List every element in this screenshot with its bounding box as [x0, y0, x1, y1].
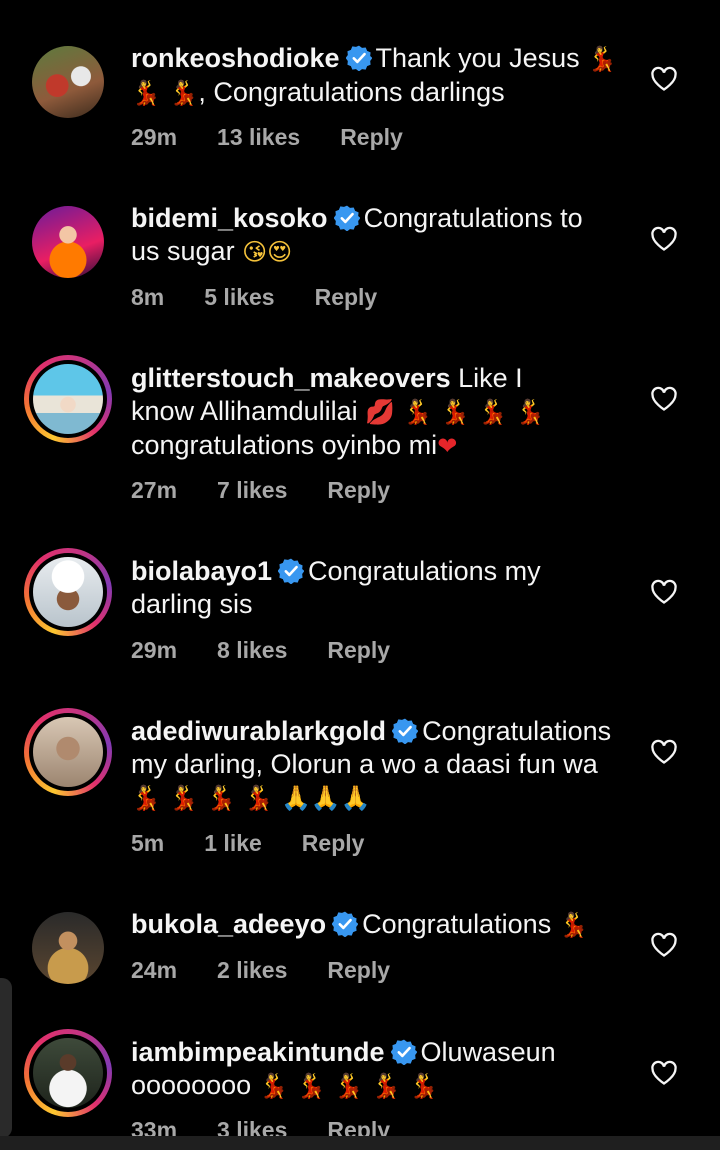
comment-text-line1: Congratulations [362, 909, 552, 939]
edge-scroll-handle[interactable] [0, 978, 12, 1138]
comment-meta: 29m 8 likes Reply [131, 637, 430, 664]
comments-feed: ronkeoshodioke Thank you Jesus 💃 💃 💃, Con… [0, 0, 720, 1150]
comment-time: 29m [131, 124, 178, 150]
comment-likes[interactable]: 7 likes [217, 477, 287, 504]
comment-text: bidemi_kosoko Congratulations to us sugar… [131, 202, 631, 269]
comment-username[interactable]: adediwurablarkgold [131, 716, 386, 746]
heart-outline-icon[interactable] [650, 739, 678, 765]
avatar[interactable] [32, 912, 104, 984]
comment-time: 29m [131, 637, 178, 663]
comment-meta: 5m 1 like Reply [131, 830, 404, 857]
comment-text: biolabayo1 Congratulations my darling sis [131, 555, 631, 621]
comment-username[interactable]: biolabayo1 [131, 556, 272, 586]
comment-text: ronkeoshodioke Thank you Jesus 💃 💃 💃, Con… [131, 42, 631, 110]
comment-likes[interactable]: 5 likes [204, 284, 274, 311]
comment-text-line3: congratulations oyinbo mi [131, 430, 438, 460]
avatar[interactable] [32, 46, 104, 118]
verified-badge-icon [334, 205, 360, 231]
comment-text-line2: know Allihamdulilai [131, 396, 358, 426]
comment-username[interactable]: bidemi_kosoko [131, 203, 328, 233]
comment-username[interactable]: ronkeoshodioke [131, 43, 340, 73]
comment-text-line2: oooooooo [131, 1070, 252, 1100]
comment-text-line1: Like I [458, 363, 523, 393]
comment-time: 8m [131, 284, 165, 310]
reply-button[interactable]: Reply [327, 957, 390, 984]
comment-text-line2: , Congratulations darlings [198, 77, 505, 107]
reply-button[interactable]: Reply [302, 830, 365, 857]
dancer-emoji: 💃 [558, 911, 589, 939]
dancer-emoji: 💃 💃 💃 💃 💃 [258, 1072, 439, 1100]
comment-text: bukola_adeeyo Congratulations 💃 [131, 908, 631, 942]
reply-button[interactable]: Reply [315, 284, 378, 311]
verified-badge-icon [391, 1039, 417, 1065]
verified-badge-icon [278, 558, 304, 584]
comment-meta: 29m 13 likes Reply [131, 124, 443, 151]
heart-outline-icon[interactable] [650, 579, 678, 605]
reply-button[interactable]: Reply [327, 637, 390, 664]
heart-outline-icon[interactable] [650, 66, 678, 92]
comment-text-line1: Congratulations my [308, 556, 541, 586]
pray-emoji: 🙏🙏🙏 [280, 784, 371, 812]
avatar-story-ring[interactable] [24, 708, 112, 796]
face-emoji: 😘😍 [242, 238, 293, 266]
dancer-emoji: 💃 💃 💃 💃 [402, 398, 545, 426]
comment-text-line1: Oluwaseun [420, 1037, 556, 1067]
comment-username[interactable]: glitterstouch_makeovers [131, 363, 451, 393]
comment-time: 5m [131, 830, 165, 856]
verified-badge-icon [346, 45, 372, 71]
comment-username[interactable]: bukola_adeeyo [131, 909, 326, 939]
avatar[interactable] [32, 206, 104, 278]
heart-outline-icon[interactable] [650, 226, 678, 252]
comment-text: iambimpeakintunde Oluwaseun oooooooo 💃 💃 … [131, 1036, 631, 1103]
comment-username[interactable]: iambimpeakintunde [131, 1037, 385, 1067]
comment-meta: 27m 7 likes Reply [131, 477, 430, 504]
comment-text-line2: my darling, Olorun a wo a daasi fun wa [131, 749, 598, 779]
comment-meta: 8m 5 likes Reply [131, 284, 417, 311]
verified-badge-icon [392, 718, 418, 744]
comment-text-line1: Congratulations [422, 716, 612, 746]
dancer-emoji: 💃 [587, 45, 618, 73]
comment-likes[interactable]: 2 likes [217, 957, 287, 984]
heart-outline-icon[interactable] [650, 1060, 678, 1086]
comment-text-line2: darling sis [131, 589, 253, 619]
bottom-bar [0, 1136, 720, 1150]
dancer-emoji: 💃 💃 💃 💃 [131, 784, 274, 812]
comment-text-line1: Thank you Jesus [375, 43, 580, 73]
lips-emoji: 💋 [365, 398, 396, 426]
comment-likes[interactable]: 1 like [204, 830, 262, 857]
comment-text: adediwurablarkgold Congratulations my dar… [131, 715, 641, 815]
comment-meta: 24m 2 likes Reply [131, 957, 430, 984]
heart-outline-icon[interactable] [650, 386, 678, 412]
avatar-story-ring[interactable] [24, 355, 112, 443]
comment-time: 24m [131, 957, 178, 983]
comment-text-line2: us sugar [131, 236, 235, 266]
reply-button[interactable]: Reply [327, 477, 390, 504]
verified-badge-icon [332, 911, 358, 937]
heart-emoji: ❤ [437, 432, 458, 460]
comment-likes[interactable]: 8 likes [217, 637, 287, 664]
comment-likes[interactable]: 13 likes [217, 124, 300, 151]
avatar-story-ring[interactable] [24, 1029, 112, 1117]
comment-text: glitterstouch_makeovers Like I know Alli… [131, 362, 631, 463]
comment-time: 27m [131, 477, 178, 503]
avatar-story-ring[interactable] [24, 548, 112, 636]
dancer-emoji: 💃 💃 [131, 79, 199, 107]
reply-button[interactable]: Reply [340, 124, 403, 151]
comment-text-line1: Congratulations to [363, 203, 583, 233]
heart-outline-icon[interactable] [650, 932, 678, 958]
